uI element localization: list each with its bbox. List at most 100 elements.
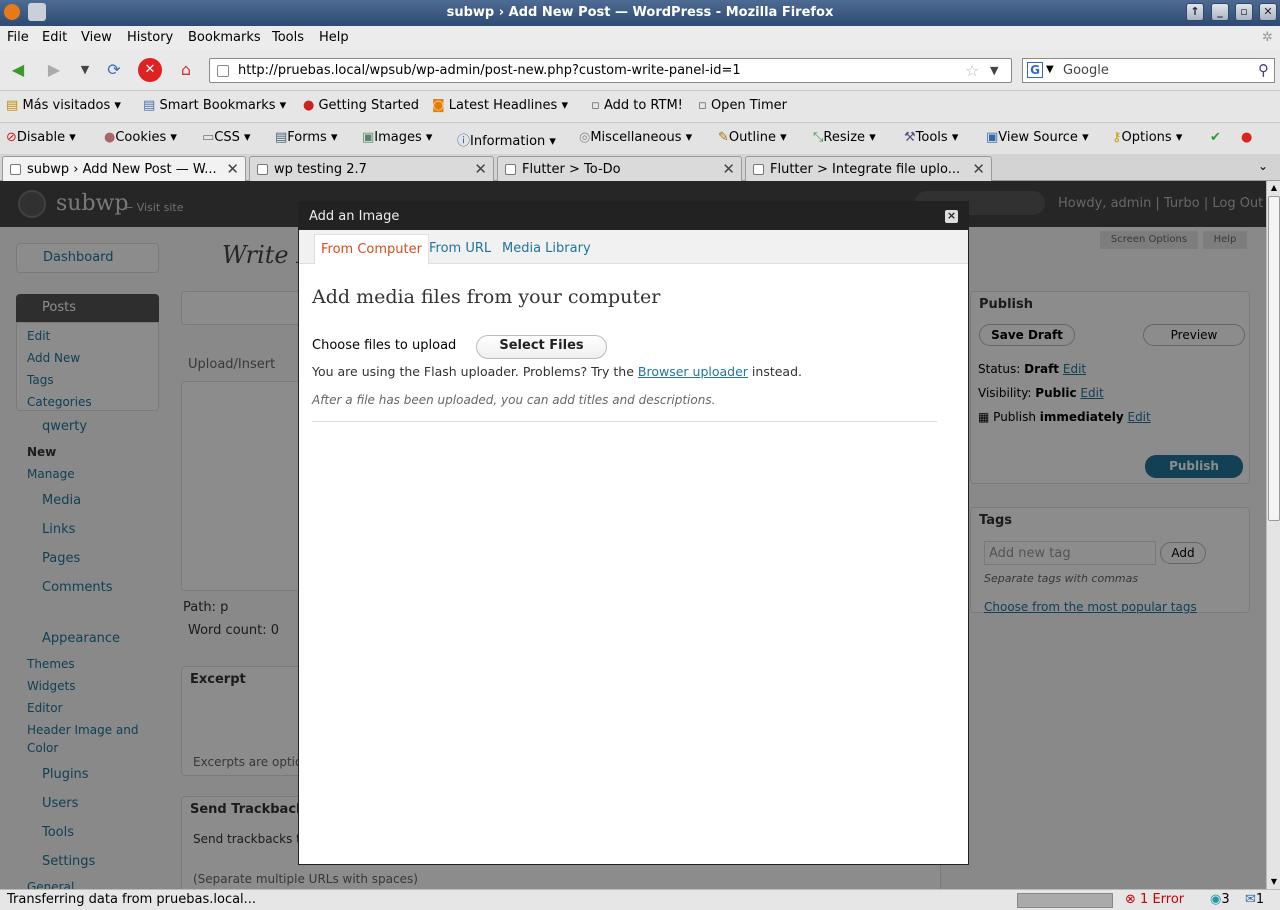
bookmark-latest-headlines[interactable]: ◙ Latest Headlines ▾	[432, 98, 568, 113]
close-icon[interactable]: ✕	[1259, 3, 1277, 21]
tab-flutter-todo[interactable]: Flutter > To-Do ✕	[497, 156, 742, 181]
bookmark-smart[interactable]: ▤ Smart Bookmarks ▾	[143, 98, 286, 113]
bookmark-mas-visitados[interactable]: ▤ Más visitados ▾	[6, 98, 121, 113]
menu-history[interactable]: History	[127, 30, 173, 45]
css-icon: ▭	[202, 130, 215, 145]
error-indicator[interactable]: ⊗ 1 Error	[1125, 892, 1184, 907]
bookmark-add-rtm[interactable]: ▫ Add to RTM!	[591, 98, 683, 113]
dev-cookies[interactable]: ●Cookies ▾	[104, 130, 177, 145]
engine-dropdown-icon[interactable]: ▼	[1046, 64, 1054, 75]
dev-images[interactable]: ▣Images ▾	[362, 130, 432, 145]
forward-icon[interactable]: ▶	[42, 58, 66, 82]
menu-file[interactable]: File	[7, 30, 29, 45]
disable-icon: ⊘	[6, 130, 17, 145]
dev-css[interactable]: ▭CSS ▾	[202, 130, 251, 145]
url-dropdown-icon[interactable]: ▼	[990, 64, 998, 77]
dev-outline[interactable]: ✎Outline ▾	[718, 130, 787, 145]
twitter-icon: ◉	[1210, 892, 1222, 907]
progress-bar	[1017, 893, 1113, 908]
back-icon[interactable]: ◀	[6, 58, 30, 82]
search-icon[interactable]: ⚲	[1258, 61, 1269, 79]
options-icon: ⚷	[1112, 130, 1122, 145]
window-up-icon[interactable]: ↑	[1186, 3, 1204, 21]
outline-icon: ✎	[718, 130, 729, 145]
twitter-count: 3	[1221, 892, 1230, 907]
tab-media-library[interactable]: Media Library	[502, 241, 591, 256]
bookmark-label: Smart Bookmarks	[159, 98, 276, 113]
url-bar[interactable]: http://pruebas.local/wpsub/wp-admin/post…	[209, 58, 1012, 83]
tab-label: Flutter > Integrate file uplo...	[770, 162, 961, 177]
validation-error-icon[interactable]: ●	[1241, 130, 1252, 145]
instead-text: instead.	[751, 364, 802, 379]
menu-edit[interactable]: Edit	[42, 30, 67, 45]
bookmark-star-icon[interactable]: ☆	[965, 61, 979, 80]
tab-add-new-post[interactable]: subwp › Add New Post — W... ✕	[2, 156, 246, 181]
tab-favicon	[10, 164, 21, 175]
dev-forms[interactable]: ▤Forms ▾	[275, 130, 338, 145]
window-title: subwp › Add New Post — WordPress - Mozil…	[446, 5, 834, 20]
select-files-button[interactable]: Select Files	[476, 335, 607, 359]
search-input[interactable]: Google	[1063, 63, 1109, 78]
scroll-up-icon[interactable]: ▲	[1268, 181, 1280, 195]
dev-label: Outline	[728, 130, 776, 145]
bookmark-open-timer[interactable]: ▫ Open Timer	[698, 98, 787, 113]
tab-close-icon[interactable]: ✕	[474, 160, 487, 178]
dev-label: Tools	[915, 130, 948, 145]
bookmark-label: Latest Headlines	[448, 98, 558, 113]
dev-disable[interactable]: ⊘Disable ▾	[6, 130, 76, 145]
bookmark-getting-started[interactable]: ● Getting Started	[303, 98, 419, 113]
tab-list-icon[interactable]: ⌄	[1258, 159, 1268, 173]
dev-label: Miscellaneous	[590, 130, 682, 145]
dev-view-source[interactable]: ▣View Source ▾	[986, 130, 1089, 145]
resize-icon: ⤡	[813, 130, 824, 145]
dev-label: Forms	[287, 130, 327, 145]
dev-options[interactable]: ⚷Options ▾	[1112, 130, 1182, 145]
dev-information[interactable]: ⓘInformation ▾	[457, 130, 556, 149]
scroll-thumb[interactable]	[1268, 196, 1280, 521]
dialog-close-icon[interactable]: ×	[945, 210, 958, 223]
tab-from-url[interactable]: From URL	[429, 241, 491, 256]
tab-from-computer[interactable]: From Computer	[314, 234, 429, 265]
status-text: Transferring data from pruebas.local...	[7, 892, 257, 907]
twitter-indicator[interactable]: ◉3	[1210, 892, 1230, 907]
tab-flutter-integrate[interactable]: Flutter > Integrate file uplo... ✕	[745, 156, 992, 181]
menu-bookmarks[interactable]: Bookmarks	[188, 30, 261, 45]
bookmarks-toolbar: ▤ Más visitados ▾ ▤ Smart Bookmarks ▾ ● …	[0, 90, 1280, 122]
scroll-down-icon[interactable]: ▼	[1268, 875, 1280, 889]
mail-indicator[interactable]: ✉1	[1245, 892, 1264, 907]
source-icon: ▣	[986, 130, 999, 145]
error-icon: ⊗	[1125, 892, 1136, 907]
maximize-icon[interactable]: ▫	[1235, 3, 1253, 21]
minimize-icon[interactable]: _	[1211, 3, 1229, 21]
window-titlebar: subwp › Add New Post — WordPress - Mozil…	[0, 0, 1280, 26]
bookmark-label: Getting Started	[318, 98, 419, 113]
throbber-icon: ✲	[1262, 30, 1273, 45]
validation-ok-icon[interactable]: ✔	[1210, 130, 1221, 145]
menu-tools[interactable]: Tools	[272, 30, 304, 45]
url-text[interactable]: http://pruebas.local/wpsub/wp-admin/post…	[238, 63, 741, 78]
search-bar[interactable]: G ▼ Google ⚲	[1022, 58, 1275, 83]
tab-label: wp testing 2.7	[274, 162, 367, 177]
home-icon[interactable]: ⌂	[174, 58, 198, 82]
page-icon: ▫	[698, 98, 707, 113]
forms-icon: ▤	[275, 130, 288, 145]
tab-wp-testing[interactable]: wp testing 2.7 ✕	[249, 156, 494, 181]
rss-icon: ◙	[432, 98, 445, 113]
tab-close-icon[interactable]: ✕	[722, 160, 735, 178]
google-engine-icon[interactable]: G	[1027, 62, 1043, 78]
reload-icon[interactable]: ⟳	[102, 58, 126, 82]
history-dropdown-icon[interactable]: ▼	[73, 58, 97, 82]
site-identity-icon[interactable]	[217, 65, 229, 77]
menu-view[interactable]: View	[81, 30, 112, 45]
tab-close-icon[interactable]: ✕	[226, 160, 239, 178]
page-scrollbar[interactable]: ▲ ▼	[1266, 181, 1280, 889]
dialog-header: Add an Image ×	[299, 202, 968, 230]
bookmark-label: Add to RTM!	[603, 98, 683, 113]
dev-resize[interactable]: ⤡Resize ▾	[813, 130, 876, 145]
tab-close-icon[interactable]: ✕	[972, 160, 985, 178]
browser-uploader-link[interactable]: Browser uploader	[638, 364, 748, 379]
dev-tools[interactable]: ⚒Tools ▾	[904, 130, 958, 145]
stop-icon[interactable]: ✕	[138, 58, 162, 82]
dev-miscellaneous[interactable]: ◎Miscellaneous ▾	[579, 130, 692, 145]
menu-help[interactable]: Help	[319, 30, 349, 45]
